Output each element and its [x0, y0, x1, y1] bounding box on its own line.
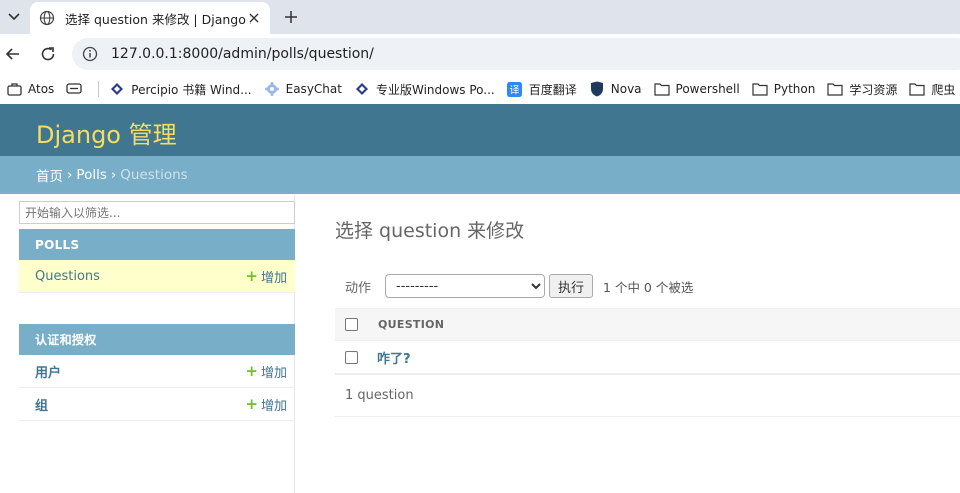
bookmark-baidu-translate[interactable]: 译 百度翻译 — [501, 77, 583, 101]
breadcrumb-app[interactable]: Polls — [76, 167, 106, 183]
sidebar-item-questions: Questions + 增加 — [19, 260, 295, 293]
breadcrumb-separator: › — [67, 167, 73, 183]
reload-icon[interactable] — [37, 43, 59, 65]
users-link[interactable]: 用户 — [35, 362, 61, 381]
table-header: QUESTION — [335, 308, 960, 341]
translate-icon: 译 — [507, 81, 523, 97]
browser-navbar: 127.0.0.1:8000/admin/polls/question/ — [0, 34, 960, 74]
bookmark-easychat[interactable]: EasyChat — [258, 77, 348, 101]
bookmark-atos[interactable]: Atos — [0, 77, 60, 101]
module-polls: POLLS Questions + 增加 — [19, 229, 295, 293]
add-question-button[interactable]: + 增加 — [245, 267, 287, 286]
add-group-button[interactable]: + 增加 — [245, 395, 287, 414]
results-table: QUESTION 咋了? 1 question — [335, 308, 960, 417]
diamond-icon — [109, 81, 125, 97]
folder-icon — [827, 81, 843, 97]
tab-title: 选择 question 来修改 | Django 站 — [65, 11, 251, 27]
bookmark-crawler-folder[interactable]: 爬虫 — [903, 77, 960, 101]
module-caption-polls[interactable]: POLLS — [19, 229, 295, 260]
column-header-question[interactable]: QUESTION — [378, 318, 444, 331]
display-icon — [66, 81, 82, 97]
run-action-button[interactable]: 执行 — [549, 274, 594, 298]
plus-icon: + — [245, 266, 258, 285]
question-link[interactable]: 咋了? — [377, 348, 411, 367]
selection-counter: 1 个中 0 个被选 — [603, 279, 694, 295]
row-checkbox[interactable] — [345, 350, 358, 364]
sidebar-item-groups: 组 + 增加 — [19, 388, 295, 421]
actions-bar: 动作 --------- 执行 1 个中 0 个被选 — [335, 266, 960, 306]
breadcrumb-separator: › — [110, 167, 117, 183]
briefcase-icon — [6, 81, 22, 97]
bookmark-display[interactable] — [60, 77, 94, 101]
module-caption-auth[interactable]: 认证和授权 — [19, 324, 295, 355]
page-title: 选择 question 来修改 — [335, 220, 525, 242]
bookmark-percipio[interactable]: Percipio 书籍 Wind... — [103, 77, 257, 101]
table-row: 咋了? — [335, 341, 960, 374]
add-user-button[interactable]: + 增加 — [245, 362, 287, 381]
diamond-icon — [354, 81, 370, 97]
tab-search-chevron-icon[interactable] — [4, 8, 24, 26]
select-all-checkbox[interactable] — [345, 318, 358, 331]
bookmark-separator — [98, 81, 100, 97]
svg-text:译: 译 — [510, 84, 520, 96]
module-auth: 认证和授权 用户 + 增加 组 + 增加 — [19, 324, 295, 421]
address-bar[interactable]: 127.0.0.1:8000/admin/polls/question/ — [72, 38, 960, 70]
questions-link[interactable]: Questions — [35, 269, 100, 284]
site-brand[interactable]: Django 管理 — [36, 115, 177, 150]
folder-icon — [909, 81, 925, 97]
breadcrumb-home[interactable]: 首页 — [36, 165, 63, 185]
bookmark-windows-powershell[interactable]: 专业版Windows Po... — [348, 77, 501, 101]
back-arrow-icon[interactable] — [2, 43, 24, 65]
breadcrumb: 首页 › Polls › Questions — [0, 156, 960, 194]
bookmark-python-folder[interactable]: Python — [746, 77, 822, 101]
folder-icon — [653, 81, 670, 97]
nav-sidebar: POLLS Questions + 增加 认证和授权 用户 + 增加 组 + 增… — [18, 194, 295, 493]
groups-link[interactable]: 组 — [35, 395, 48, 414]
globe-icon — [39, 10, 55, 26]
bookmarks-bar: Atos Percipio 书籍 Wind... EasyChat 专业版Win… — [0, 74, 960, 104]
site-info-icon[interactable] — [81, 45, 99, 63]
browser-tab-active[interactable]: 选择 question 来修改 | Django 站 — [30, 2, 270, 34]
bookmark-powershell-folder[interactable]: Powershell — [648, 77, 746, 101]
action-select[interactable]: --------- — [385, 274, 546, 298]
folder-icon — [752, 81, 768, 97]
plus-icon: + — [245, 394, 258, 413]
plus-icon: + — [245, 361, 258, 380]
django-header: Django 管理 — [0, 104, 960, 156]
url-text: 127.0.0.1:8000/admin/polls/question/ — [111, 46, 374, 62]
breadcrumb-current: Questions — [120, 167, 188, 183]
browser-tabstrip: 选择 question 来修改 | Django 站 — [0, 0, 960, 34]
close-tab-icon[interactable] — [246, 10, 262, 26]
gear-icon — [264, 81, 280, 97]
action-label: 动作 — [345, 280, 372, 296]
bookmark-learning-folder[interactable]: 学习资源 — [821, 77, 903, 101]
shield-icon — [589, 81, 605, 97]
paginator: 1 question — [335, 374, 960, 417]
sidebar-item-users: 用户 + 增加 — [19, 355, 295, 388]
bookmark-nova[interactable]: Nova — [583, 77, 648, 101]
new-tab-plus-icon[interactable] — [280, 6, 302, 28]
sidebar-filter-input[interactable] — [19, 201, 295, 224]
